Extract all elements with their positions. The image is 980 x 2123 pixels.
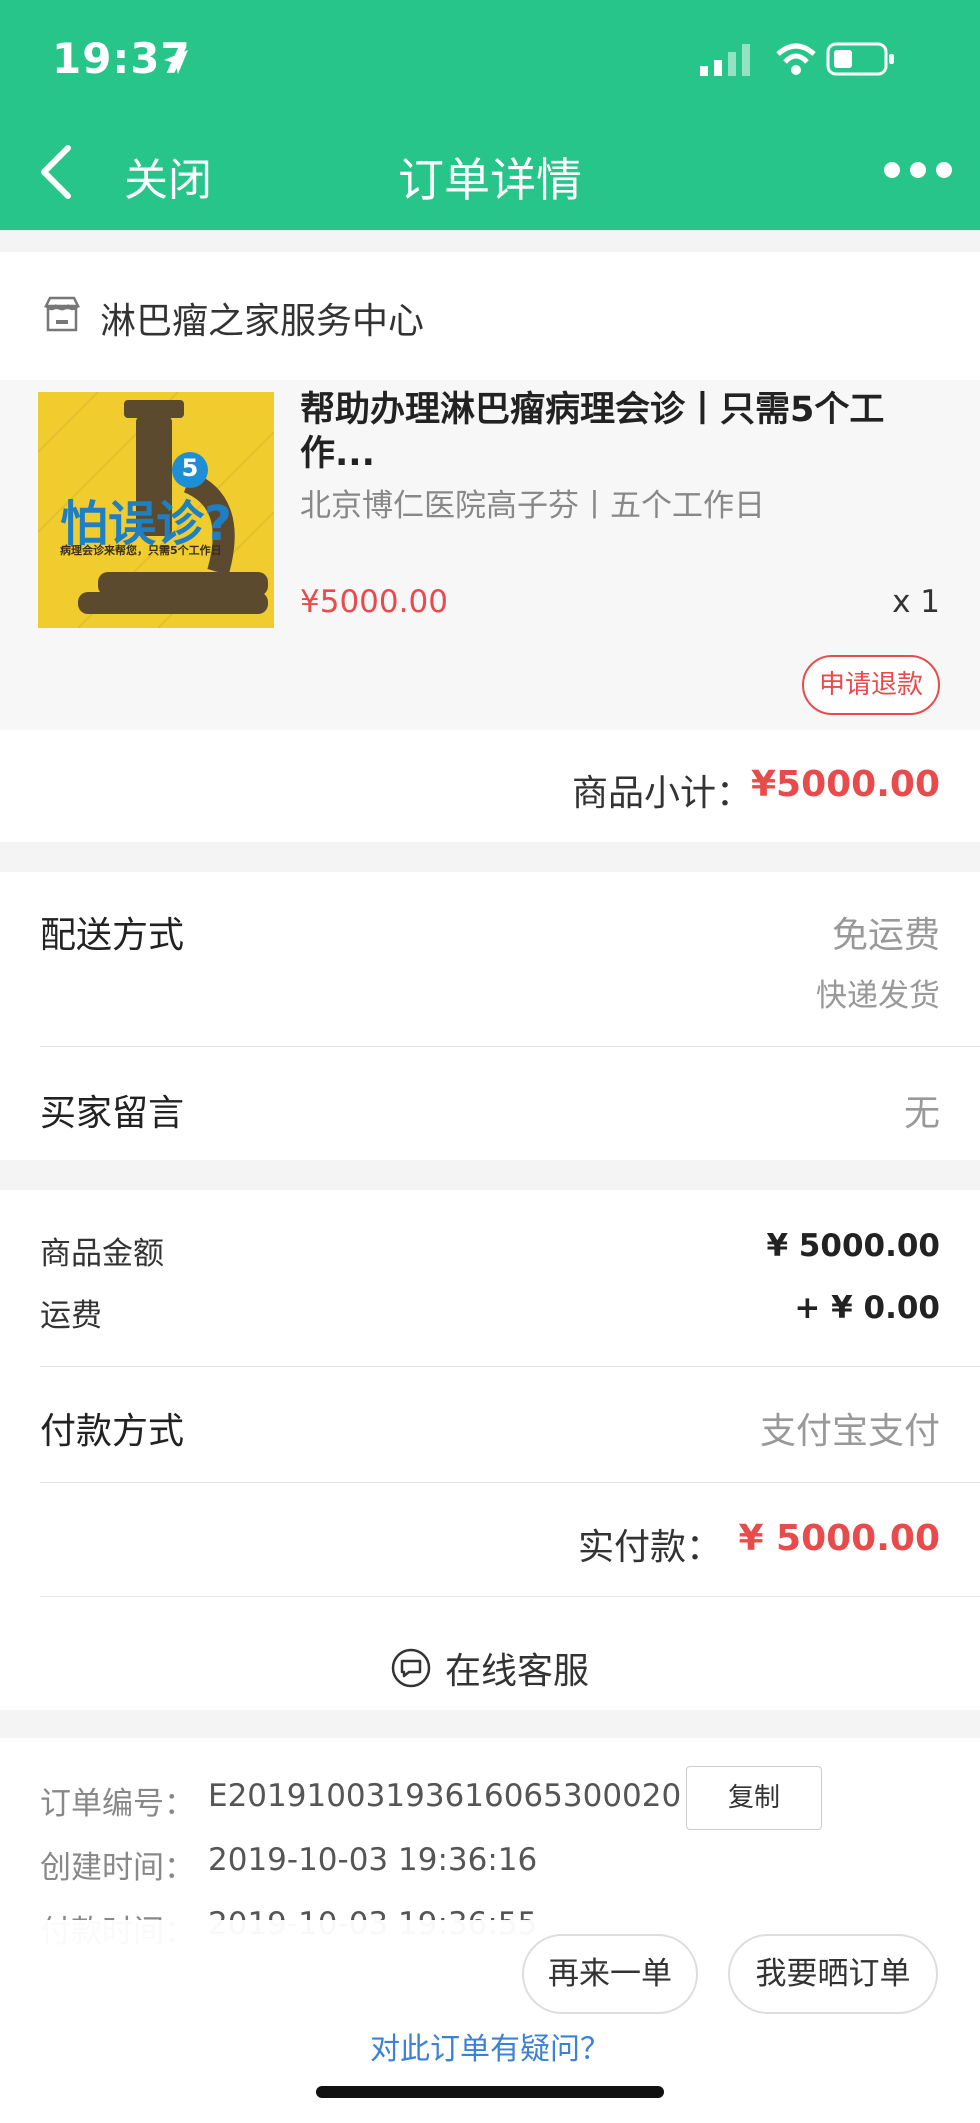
divider bbox=[40, 1596, 980, 1597]
image-caption: 病理会诊来帮您，只需5个工作日 bbox=[60, 544, 222, 557]
freight-label: 运费 bbox=[40, 1298, 102, 1334]
product-price: ¥5000.00 bbox=[300, 584, 448, 620]
created-time-value: 2019-10-03 19:36:16 bbox=[208, 1842, 538, 1878]
wifi-icon bbox=[776, 43, 816, 75]
paid-label: 实付款： bbox=[577, 1527, 722, 1568]
share-order-button[interactable]: 我要晒订单 bbox=[728, 1934, 938, 2014]
shipping-value: 免运费 bbox=[831, 915, 940, 956]
created-time-label: 创建时间： bbox=[40, 1850, 195, 1886]
copy-button[interactable]: 复制 bbox=[686, 1766, 822, 1830]
shipping-method: 快递发货 bbox=[816, 978, 940, 1014]
subtotal-value: ¥5000.00 bbox=[750, 764, 940, 805]
freight-value: + ¥ 0.00 bbox=[794, 1290, 940, 1326]
subtotal-label: 商品小计： bbox=[571, 773, 752, 814]
shipping-label: 配送方式 bbox=[40, 915, 185, 956]
goods-amount-value: ¥ 5000.00 bbox=[766, 1228, 940, 1264]
pay-method-value: 支付宝支付 bbox=[759, 1411, 940, 1452]
more-icon[interactable] bbox=[882, 160, 954, 180]
order-number-value: E20191003193616065300020 bbox=[208, 1778, 682, 1814]
divider bbox=[40, 1366, 980, 1367]
product-image[interactable]: 5 怕误诊? 病理会诊来帮您，只需5个工作日 bbox=[38, 392, 274, 628]
image-badge: 5 bbox=[181, 454, 199, 482]
status-icons bbox=[700, 42, 894, 76]
goods-amount-label: 商品金额 bbox=[40, 1236, 164, 1272]
signal-icon bbox=[700, 44, 750, 76]
buyer-message-value: 无 bbox=[903, 1093, 940, 1134]
battery-icon bbox=[826, 42, 894, 76]
divider bbox=[40, 1046, 980, 1047]
online-service-button[interactable]: 在线客服 bbox=[0, 1630, 980, 1710]
paid-value: ¥ 5000.00 bbox=[738, 1518, 940, 1559]
product-subtitle: 北京博仁医院高子芬丨五个工作日 bbox=[300, 488, 765, 524]
location-arrow-icon bbox=[164, 50, 188, 74]
order-question-link[interactable]: 对此订单有疑问？ bbox=[0, 2024, 980, 2068]
chat-icon bbox=[391, 1648, 431, 1688]
store-name[interactable]: 淋巴瘤之家服务中心 bbox=[100, 292, 424, 344]
product-title[interactable]: 帮助办理淋巴瘤病理会诊丨只需5个工作... bbox=[300, 388, 940, 476]
online-service-label: 在线客服 bbox=[444, 1651, 589, 1692]
refund-button[interactable]: 申请退款 bbox=[802, 655, 940, 715]
store-icon bbox=[43, 296, 81, 332]
pay-method-label: 付款方式 bbox=[40, 1411, 185, 1452]
product-quantity: x 1 bbox=[892, 584, 940, 620]
order-number-label: 订单编号： bbox=[40, 1786, 195, 1822]
home-indicator bbox=[316, 2086, 664, 2098]
divider bbox=[40, 1482, 980, 1483]
page-title: 订单详情 bbox=[398, 153, 582, 207]
reorder-button[interactable]: 再来一单 bbox=[522, 1934, 698, 2014]
buyer-message-label: 买家留言 bbox=[40, 1093, 185, 1134]
